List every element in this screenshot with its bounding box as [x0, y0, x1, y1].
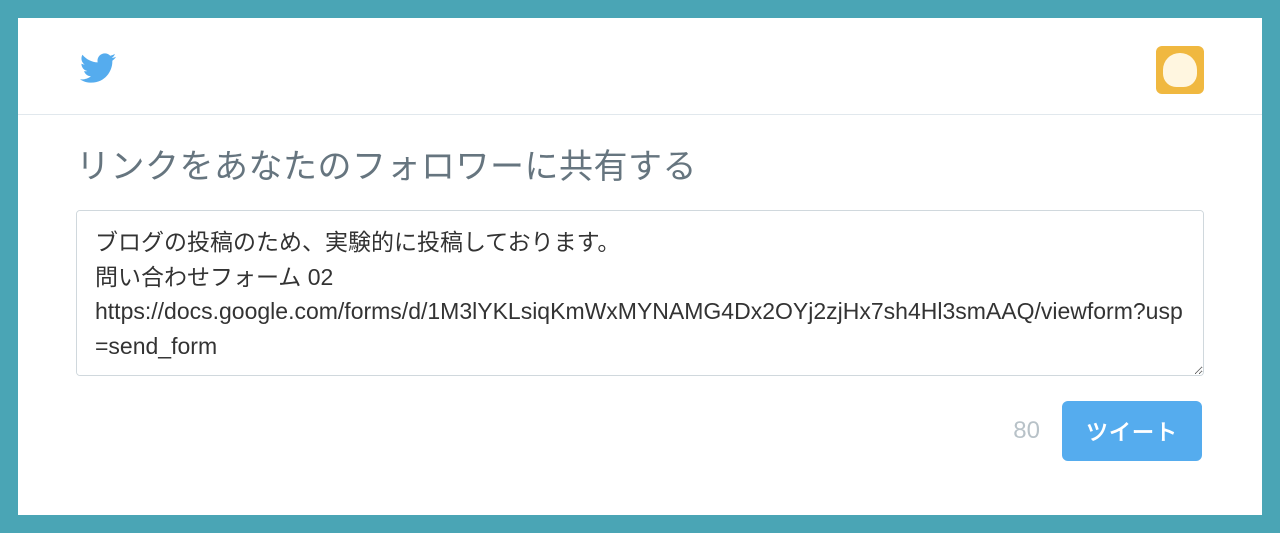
twitter-bird-icon	[76, 73, 120, 90]
avatar-image	[1163, 53, 1197, 87]
user-avatar[interactable]	[1156, 46, 1204, 94]
share-dialog: リンクをあなたのフォロワーに共有する 80 ツイート	[18, 18, 1262, 515]
tweet-button[interactable]: ツイート	[1062, 401, 1202, 461]
twitter-logo[interactable]	[76, 50, 120, 91]
char-count: 80	[1013, 417, 1040, 445]
tweet-textarea[interactable]	[76, 210, 1204, 376]
dialog-content: リンクをあなたのフォロワーに共有する 80 ツイート	[18, 115, 1262, 461]
share-title: リンクをあなたのフォロワーに共有する	[76, 139, 1204, 188]
dialog-header	[18, 18, 1262, 115]
action-row: 80 ツイート	[76, 401, 1204, 461]
